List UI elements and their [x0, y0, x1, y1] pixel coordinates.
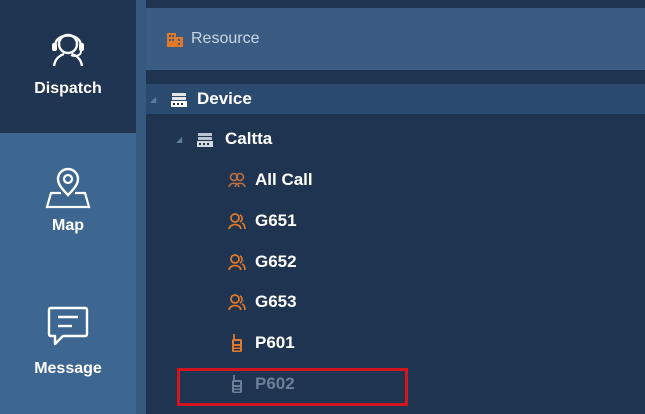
nav-divider	[136, 0, 146, 414]
resource-header: Resource	[146, 8, 645, 70]
tree-item-g653[interactable]: G653	[146, 287, 645, 317]
group-icon	[228, 213, 246, 230]
device-icon	[171, 93, 187, 107]
tree-item-g652[interactable]: G652	[146, 247, 645, 277]
tree-label-g652: G652	[255, 252, 297, 271]
headset-operator-icon	[52, 33, 84, 67]
map-pin-icon	[45, 167, 91, 209]
nav-label-message: Message	[34, 360, 102, 377]
radio-icon	[232, 375, 242, 393]
expand-arrow-icon[interactable]: ◢	[150, 95, 160, 104]
group-icon	[228, 254, 246, 271]
nav-label-map: Map	[52, 217, 84, 234]
tree-label-p602: P602	[255, 374, 295, 393]
radio-icon	[232, 334, 242, 352]
nav-item-dispatch[interactable]: Dispatch	[0, 0, 136, 133]
nav-item-message[interactable]: Message	[0, 290, 136, 414]
tree-node-device[interactable]: ◢ Device	[146, 84, 645, 114]
nav-item-map[interactable]: Map	[0, 150, 136, 270]
tree-label-p601: P601	[255, 333, 295, 352]
tree-label-g653: G653	[255, 292, 297, 311]
tree-label-caltta: Caltta	[225, 129, 273, 148]
nav-label-dispatch: Dispatch	[34, 80, 102, 97]
tree-label-all-call: All Call	[255, 170, 313, 189]
tree-item-all-call[interactable]: All Call	[146, 165, 645, 195]
left-nav: Dispatch Map Message	[0, 0, 146, 414]
tree-node-caltta[interactable]: ◢ Caltta	[146, 124, 645, 154]
building-icon	[167, 33, 183, 47]
resource-tree: ◢ Device ◢ Caltta All Call G651 G652 G65…	[146, 70, 645, 414]
tree-label-device: Device	[197, 89, 252, 108]
group-icon	[228, 294, 246, 311]
resource-title: Resource	[191, 30, 260, 47]
tree-label-g651: G651	[255, 211, 297, 230]
expand-arrow-icon[interactable]: ◢	[176, 135, 186, 144]
device-icon	[197, 133, 213, 147]
tree-item-g651[interactable]: G651	[146, 206, 645, 236]
app-window: Dispatch Map Message Resource ◢ Device ◢…	[0, 0, 645, 414]
tree-item-p602[interactable]: P602	[146, 369, 645, 399]
tree-item-p601[interactable]: P601	[146, 328, 645, 358]
group-call-icon	[228, 172, 246, 188]
message-icon	[47, 306, 89, 346]
